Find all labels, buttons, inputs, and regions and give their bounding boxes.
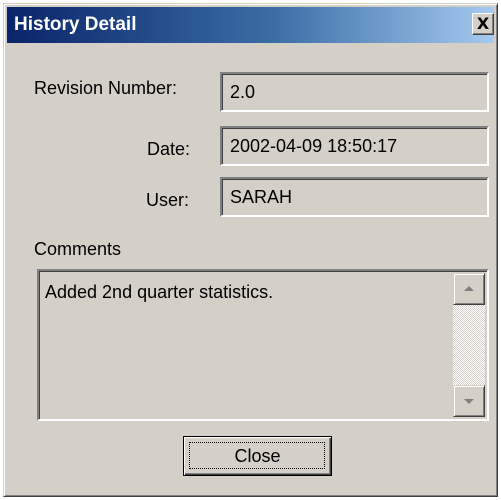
comments-label: Comments [34, 239, 122, 259]
window-title: History Detail [14, 14, 137, 35]
date-field[interactable]: 2002-04-09 18:50:17 [220, 126, 489, 166]
revision-number-field[interactable]: 2.0 [220, 72, 489, 112]
comments-scrollbar[interactable] [453, 273, 485, 417]
history-detail-dialog: History Detail X Revision Number: 2.0 Da… [3, 3, 498, 497]
comments-textarea[interactable]: Added 2nd quarter statistics. [37, 269, 489, 421]
date-label: Date: [147, 139, 191, 159]
revision-number-label: Revision Number: [34, 78, 178, 98]
date-value: 2002-04-09 18:50:17 [230, 136, 398, 156]
revision-number-value: 2.0 [230, 82, 256, 102]
scroll-down-arrow-icon [464, 399, 474, 404]
title-bar[interactable]: History Detail X [7, 7, 494, 43]
scroll-up-arrow-icon [464, 286, 474, 291]
close-icon[interactable]: X [472, 13, 494, 35]
comments-text: Added 2nd quarter statistics. [45, 282, 274, 302]
close-button[interactable]: Close [183, 436, 332, 476]
scroll-down-button[interactable] [453, 385, 485, 417]
user-value: SARAH [230, 187, 293, 207]
user-field[interactable]: SARAH [220, 177, 489, 217]
scroll-up-button[interactable] [453, 273, 485, 305]
close-button-label: Close [234, 446, 281, 466]
user-label: User: [146, 190, 190, 210]
